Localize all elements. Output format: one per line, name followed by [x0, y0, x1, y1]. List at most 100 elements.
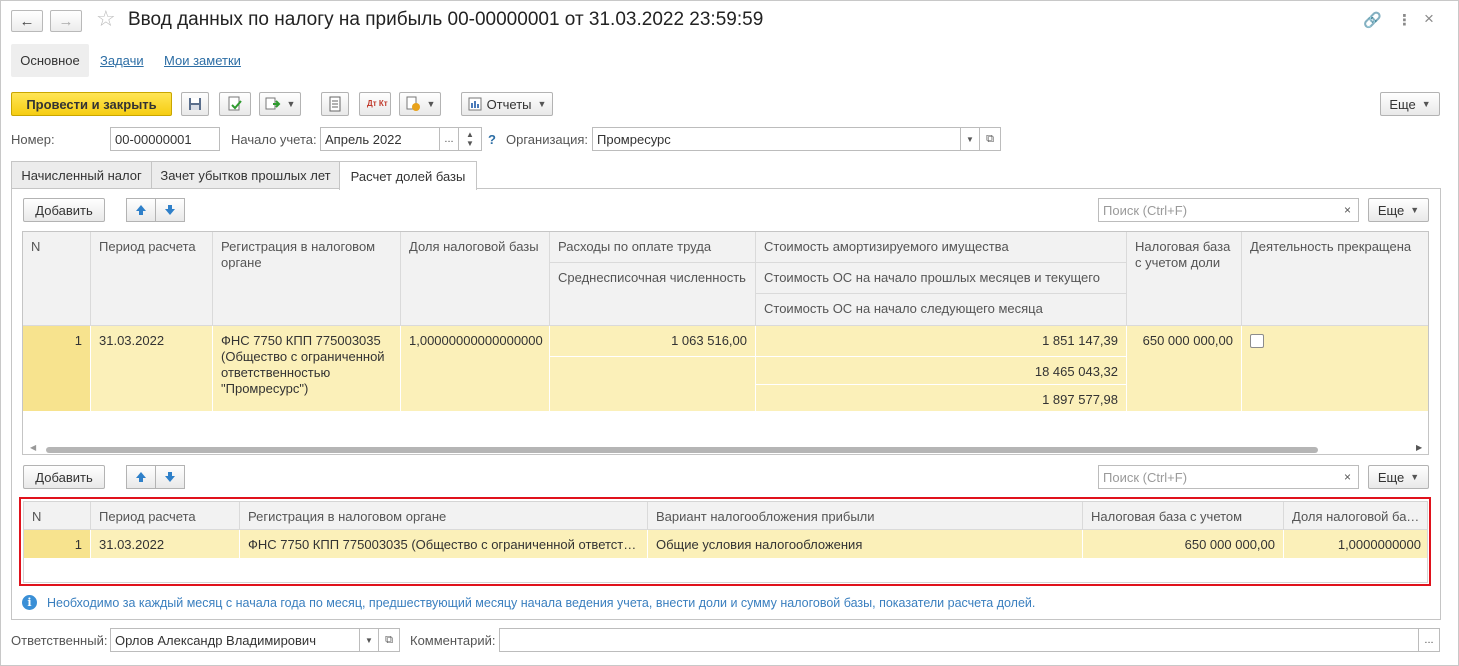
more-label: Еще [1389, 96, 1416, 112]
column-header-n[interactable]: N [23, 232, 91, 326]
cell-os-current[interactable]: 18 465 043,32 [756, 357, 1127, 385]
table1-horizontal-scrollbar[interactable]: ◀ ▶ [24, 443, 1426, 454]
cell-labor[interactable]: 1 063 516,00 [550, 326, 756, 357]
table1-search-clear-button[interactable]: × [1337, 198, 1359, 222]
print-button[interactable]: ▼ [399, 92, 441, 116]
close-icon[interactable]: × [1424, 9, 1434, 29]
chevron-down-icon: ▼ [365, 635, 373, 645]
cell-os-next[interactable]: 1 897 577,98 [756, 385, 1127, 412]
cell-registration[interactable]: ФНС 7750 КПП 775003035 (Общество с огран… [213, 326, 401, 412]
table1-more-button[interactable]: Еще ▼ [1368, 198, 1429, 222]
arrow-down-icon [165, 472, 175, 482]
responsible-label: Ответственный: [11, 633, 108, 648]
responsible-field[interactable]: Орлов Александр Владимирович [110, 628, 360, 652]
open-window-icon: ⧉ [385, 633, 393, 646]
table1-move-down-button[interactable] [155, 198, 185, 222]
print-icon [406, 96, 420, 111]
period-spin-button[interactable]: ▲ ▼ [458, 127, 482, 151]
post-and-close-button[interactable]: Провести и закрыть [11, 92, 172, 116]
table1-add-button[interactable]: Добавить [23, 198, 105, 222]
close-icon: × [1343, 203, 1351, 217]
organization-open-button[interactable]: ⧉ [979, 127, 1001, 151]
reports-button[interactable]: Отчеты ▼ [461, 92, 553, 116]
floppy-disk-icon [189, 98, 201, 110]
info-message: i Необходимо за каждый месяц с начала го… [22, 595, 1035, 610]
dropdown-caret-icon: ▼ [426, 99, 436, 109]
organization-field[interactable]: Промресурс [592, 127, 961, 151]
cell-stopped[interactable] [1242, 326, 1428, 412]
column-header-stopped[interactable]: Деятельность прекращена [1242, 232, 1428, 326]
create-based-icon [265, 97, 280, 110]
start-label: Начало учета: [231, 132, 317, 147]
table2-add-button[interactable]: Добавить [23, 465, 105, 489]
arrow-left-icon: ← [19, 12, 35, 30]
responsible-dropdown-button[interactable]: ▼ [359, 628, 379, 652]
dropdown-caret-icon: ▼ [537, 99, 547, 109]
close-icon: × [1343, 470, 1351, 484]
column-header-registration[interactable]: Регистрация в налоговом органе [213, 232, 401, 326]
more-vertical-icon[interactable]: ⋮ [1397, 11, 1412, 29]
tab-loss-offset[interactable]: Зачет убытков прошлых лет [151, 161, 340, 189]
column-header-tax-base[interactable]: Налоговая база с учетом доли [1127, 232, 1242, 326]
column-header-period[interactable]: Период расчета [91, 232, 213, 326]
column-header-labor[interactable]: Расходы по оплате труда [550, 232, 756, 263]
tab-accrued-tax[interactable]: Начисленный налог [11, 161, 152, 189]
favorite-star-icon[interactable]: ☆ [96, 6, 116, 32]
section-main[interactable]: Основное [11, 44, 89, 77]
table2-more-button[interactable]: Еще ▼ [1368, 465, 1429, 489]
table2-move-up-button[interactable] [126, 465, 156, 489]
comment-field[interactable] [499, 628, 1419, 652]
tab-base-share-calc[interactable]: Расчет долей базы [339, 161, 477, 190]
highlight-frame [19, 497, 1431, 586]
link-icon[interactable]: 🔗 [1363, 11, 1382, 29]
dt-kt-button[interactable]: Дт Кт [359, 92, 391, 116]
cell-period[interactable]: 31.03.2022 [91, 326, 213, 412]
column-header-depreciable[interactable]: Стоимость амортизируемого имущества [756, 232, 1127, 263]
start-period-field[interactable]: Апрель 2022 [320, 127, 440, 151]
cell-n[interactable]: 1 [23, 326, 91, 412]
column-header-headcount[interactable]: Среднесписочная численность [550, 263, 756, 326]
column-header-os-next[interactable]: Стоимость ОС на начало следующего месяца [756, 294, 1127, 326]
scroll-right-icon[interactable]: ▶ [1416, 443, 1422, 452]
window-title: Ввод данных по налогу на прибыль 00-0000… [128, 9, 764, 30]
scrollbar-thumb[interactable] [46, 447, 1318, 453]
table2-search-clear-button[interactable]: × [1337, 465, 1359, 489]
start-period-select-button[interactable]: ... [439, 127, 459, 151]
organization-dropdown-button[interactable]: ▼ [960, 127, 980, 151]
back-button[interactable]: ← [11, 10, 43, 32]
comment-edit-button[interactable]: ... [1418, 628, 1440, 652]
shares-table: N Период расчета Регистрация в налоговом… [22, 231, 1429, 455]
more-button[interactable]: Еще ▼ [1380, 92, 1440, 116]
responsible-open-button[interactable]: ⧉ [378, 628, 400, 652]
list-document-icon [329, 96, 341, 112]
table2-search-input[interactable]: Поиск (Ctrl+F) [1098, 465, 1338, 489]
cell-depreciable[interactable]: 1 851 147,39 [756, 326, 1127, 357]
open-window-icon: ⧉ [986, 132, 994, 145]
arrow-right-icon: → [58, 12, 74, 30]
section-notes[interactable]: Мои заметки [164, 53, 241, 68]
activity-stopped-checkbox[interactable] [1250, 334, 1264, 348]
cell-tax-base[interactable]: 650 000 000,00 [1127, 326, 1242, 412]
column-header-os-current[interactable]: Стоимость ОС на начало прошлых месяцев и… [756, 263, 1127, 294]
arrow-down-icon [165, 205, 175, 215]
create-based-on-button[interactable]: ▼ [259, 92, 301, 116]
cell-headcount[interactable] [550, 357, 756, 412]
scroll-left-icon[interactable]: ◀ [30, 443, 36, 452]
structure-button[interactable] [321, 92, 349, 116]
forward-button[interactable]: → [50, 10, 82, 32]
save-button[interactable] [181, 92, 209, 116]
help-link[interactable]: ? [488, 132, 496, 147]
table2-move-down-button[interactable] [155, 465, 185, 489]
post-button[interactable] [219, 92, 251, 116]
post-document-icon [228, 96, 242, 111]
column-header-share[interactable]: Доля налоговой базы [401, 232, 550, 326]
table1-search-input[interactable]: Поиск (Ctrl+F) [1098, 198, 1338, 222]
spin-down-icon: ▼ [466, 139, 474, 148]
report-icon [468, 97, 482, 111]
table1-move-up-button[interactable] [126, 198, 156, 222]
section-tasks[interactable]: Задачи [100, 53, 144, 68]
cell-share[interactable]: 1,00000000000000000 [401, 326, 550, 412]
dropdown-caret-icon: ▼ [286, 99, 296, 109]
number-field[interactable]: 00-00000001 [110, 127, 220, 151]
info-icon: i [22, 595, 37, 610]
